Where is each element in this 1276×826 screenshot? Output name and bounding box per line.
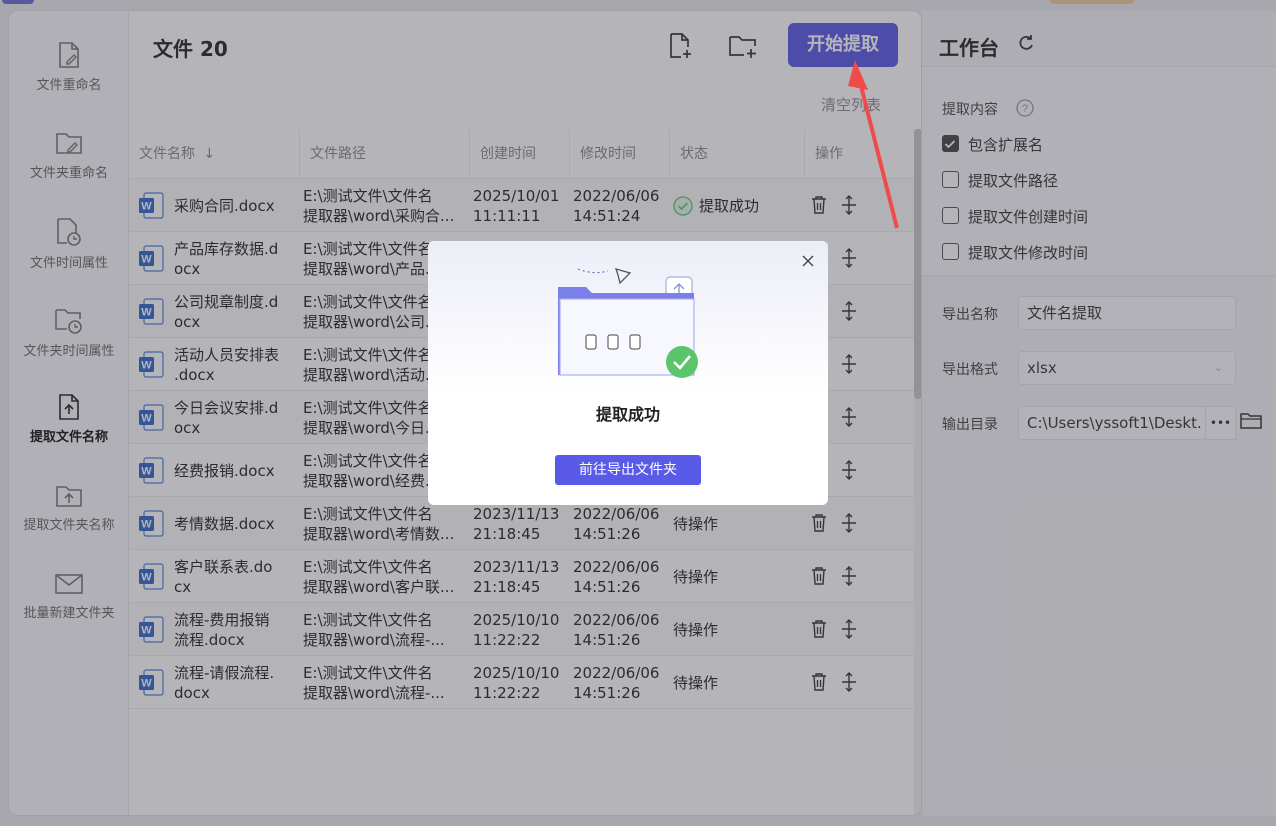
folder-success-illustration xyxy=(558,268,698,378)
open-export-folder-button[interactable]: 前往导出文件夹 xyxy=(555,455,701,485)
dialog-title: 提取成功 xyxy=(595,405,660,424)
close-button[interactable] xyxy=(800,253,816,269)
close-icon xyxy=(802,255,814,267)
success-dialog: 提取成功 前往导出文件夹 xyxy=(428,241,828,505)
